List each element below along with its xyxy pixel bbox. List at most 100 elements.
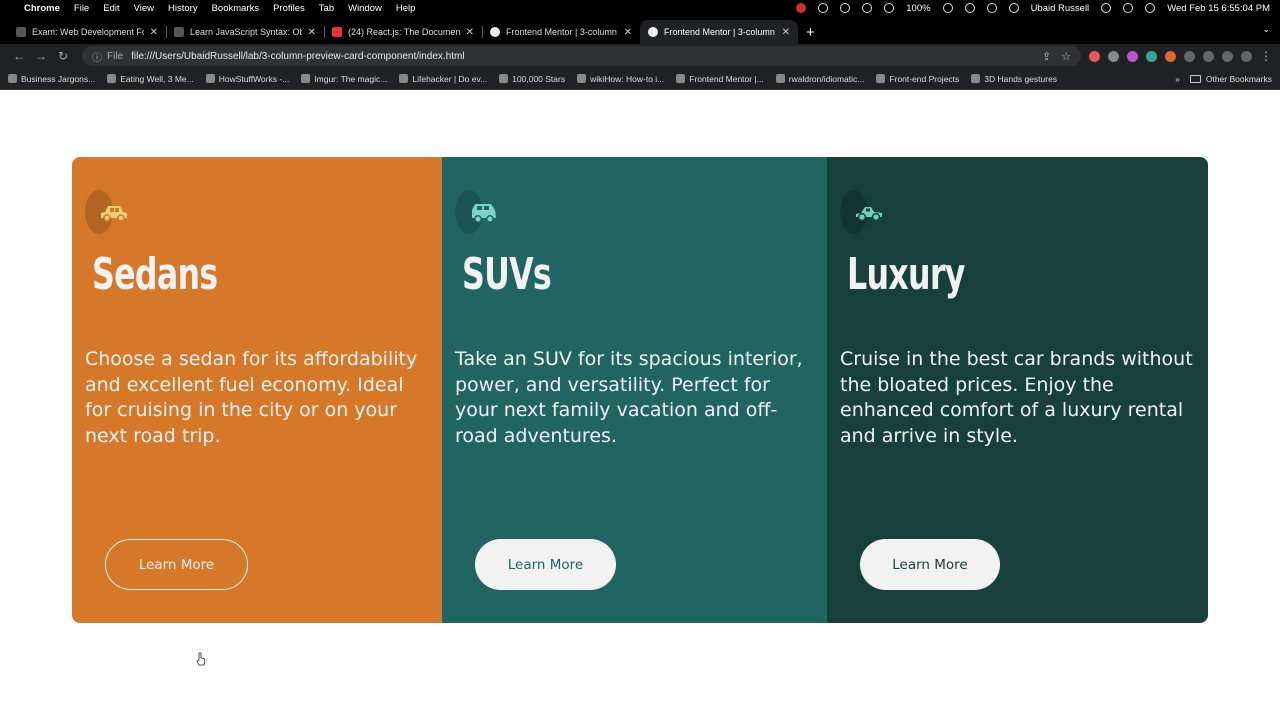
browser-tab[interactable]: Learn JavaScript Syntax: Obje ✕ <box>166 20 324 44</box>
page-viewport: Sedans Choose a sedan for its affordabil… <box>0 90 1280 720</box>
share-icon[interactable]: ⇪ <box>1042 50 1051 63</box>
display-icon[interactable] <box>942 3 953 13</box>
menu-bookmarks[interactable]: Bookmarks <box>212 3 260 14</box>
bookmark-favicon-icon <box>577 74 587 83</box>
card-description: Choose a sedan for its affordability and… <box>85 348 418 447</box>
info-icon[interactable]: ⓘ <box>92 49 102 64</box>
volume-icon[interactable] <box>964 3 975 13</box>
close-tab-icon[interactable]: ✕ <box>150 27 158 38</box>
bookmark-label: Eating Well, 3 Me... <box>120 73 194 84</box>
puzzle-extensions-icon[interactable] <box>1184 50 1195 62</box>
card-luxury: Luxury Cruise in the best car brands wit… <box>827 157 1208 623</box>
cloud-icon[interactable] <box>818 3 829 13</box>
bookmark-item[interactable]: Lifehacker | Do ev... <box>399 74 487 84</box>
menu-view[interactable]: View <box>134 3 154 14</box>
bookmark-favicon-icon <box>399 74 409 83</box>
side-panel-icon[interactable] <box>1222 50 1233 62</box>
tab-search-chevron-icon[interactable]: ⌄ <box>1262 24 1270 35</box>
doc-icon <box>174 27 184 37</box>
bluetooth-icon[interactable] <box>986 3 997 13</box>
url-scheme-label: File <box>107 50 124 62</box>
close-tab-icon[interactable]: ✕ <box>782 27 790 38</box>
bookmark-star-icon[interactable]: ☆ <box>1061 50 1071 63</box>
bookmark-label: 100,000 Stars <box>512 73 566 84</box>
browser-tab[interactable]: (24) React.js: The Documentar ✕ <box>324 20 482 44</box>
user-name[interactable]: Ubaid Russell <box>1031 3 1090 14</box>
bookmark-item[interactable]: rwaldron/idiomatic... <box>775 73 865 84</box>
bookmark-label: wikiHow: How-to i... <box>590 73 665 84</box>
bookmark-label: rwaldron/idiomatic... <box>788 73 865 84</box>
browser-tab-active[interactable]: Frontend Mentor | 3-column pr ✕ <box>640 20 798 44</box>
bookmark-label: Lifehacker | Do ev... <box>412 73 488 84</box>
bookmark-favicon-icon <box>971 74 981 83</box>
bookmark-label: Frontend Mentor |... <box>689 73 764 84</box>
learn-more-button[interactable]: Learn More <box>105 539 248 590</box>
new-tab-icon[interactable]: + <box>806 20 815 44</box>
bookmarks-overflow-icon[interactable]: » <box>1175 74 1180 84</box>
bookmark-item[interactable]: 100,000 Stars <box>499 74 565 84</box>
extension-icon[interactable] <box>1146 50 1157 62</box>
card-description: Cruise in the best car brands without th… <box>840 348 1193 447</box>
menu-tab[interactable]: Tab <box>319 3 334 14</box>
hand-cursor-icon <box>196 652 206 666</box>
play-icon[interactable] <box>884 3 895 13</box>
more-menu-icon[interactable]: ⋮ <box>1260 49 1272 63</box>
other-bookmarks[interactable]: Other Bookmarks <box>1189 74 1272 84</box>
reading-list-icon[interactable] <box>1203 50 1214 62</box>
menu-clock[interactable]: Wed Feb 15 6:55:04 PM <box>1167 3 1270 14</box>
learn-more-button[interactable]: Learn More <box>475 539 616 590</box>
sedan-car-icon <box>85 190 135 234</box>
card-description: Take an SUV for its spacious interior, p… <box>455 348 803 447</box>
search-icon[interactable] <box>1101 3 1112 13</box>
url-text[interactable]: file:///Users/UbaidRussell/lab/3-column-… <box>131 51 1042 62</box>
bookmark-item[interactable]: Frontend Mentor |... <box>676 74 764 84</box>
bookmark-favicon-icon <box>676 74 686 83</box>
bookmark-item[interactable]: HowStuffWorks -... <box>205 74 289 84</box>
bookmark-item[interactable]: Business Jargons... <box>8 74 95 84</box>
reload-icon[interactable]: ↻ <box>52 49 74 63</box>
close-tab-icon[interactable]: ✕ <box>308 27 316 38</box>
card-title: SUVs <box>462 249 552 300</box>
moon-icon[interactable] <box>862 3 873 13</box>
bookmark-favicon-icon <box>775 74 785 83</box>
tab-title: (24) React.js: The Documentar <box>348 27 460 37</box>
close-tab-icon[interactable]: ✕ <box>624 27 632 38</box>
bookmark-item[interactable]: wikiHow: How-to i... <box>577 74 664 84</box>
menu-file[interactable]: File <box>74 3 89 14</box>
forward-arrow-icon[interactable]: → <box>30 49 52 63</box>
learn-more-button[interactable]: Learn More <box>860 539 1000 590</box>
wifi-icon[interactable] <box>1008 3 1019 13</box>
menu-window[interactable]: Window <box>348 3 382 14</box>
record-icon[interactable] <box>796 3 807 13</box>
extension-icon[interactable] <box>1127 50 1138 62</box>
siri-icon[interactable] <box>1145 3 1156 13</box>
card-component: Sedans Choose a sedan for its affordabil… <box>72 157 1208 623</box>
bookmark-item[interactable]: 3D Hands gestures <box>971 74 1057 84</box>
menu-edit[interactable]: Edit <box>103 3 119 14</box>
chat-icon[interactable] <box>840 3 851 13</box>
youtube-icon <box>332 27 342 37</box>
extension-icon[interactable] <box>1089 50 1100 62</box>
bookmark-item[interactable]: Eating Well, 3 Me... <box>107 74 194 84</box>
folder-icon <box>1189 74 1201 83</box>
browser-tab[interactable]: Exam: Web Development Foun ✕ <box>8 20 166 44</box>
menu-history[interactable]: History <box>168 3 198 14</box>
frontend-mentor-icon <box>648 27 658 37</box>
bookmark-item[interactable]: Imgur: The magic... <box>301 74 387 84</box>
back-arrow-icon[interactable]: ← <box>8 49 30 63</box>
extension-icon[interactable] <box>1108 50 1119 62</box>
menu-help[interactable]: Help <box>396 3 416 14</box>
bookmark-label: 3D Hands gestures <box>984 73 1058 84</box>
luxury-car-icon <box>840 190 890 234</box>
control-center-icon[interactable] <box>1123 3 1134 13</box>
profile-avatar-icon[interactable] <box>1241 50 1252 62</box>
card-sedans: Sedans Choose a sedan for its affordabil… <box>72 157 442 623</box>
bookmark-favicon-icon <box>499 74 509 83</box>
bookmark-item[interactable]: Front-end Projects <box>876 74 959 84</box>
menu-profiles[interactable]: Profiles <box>273 3 305 14</box>
menu-app-name[interactable]: Chrome <box>24 3 60 14</box>
extension-icon[interactable] <box>1165 50 1176 62</box>
close-tab-icon[interactable]: ✕ <box>466 27 474 38</box>
address-bar[interactable]: ⓘ File file:///Users/UbaidRussell/lab/3-… <box>82 46 1081 66</box>
browser-tab[interactable]: Frontend Mentor | 3-column pr ✕ <box>482 20 640 44</box>
